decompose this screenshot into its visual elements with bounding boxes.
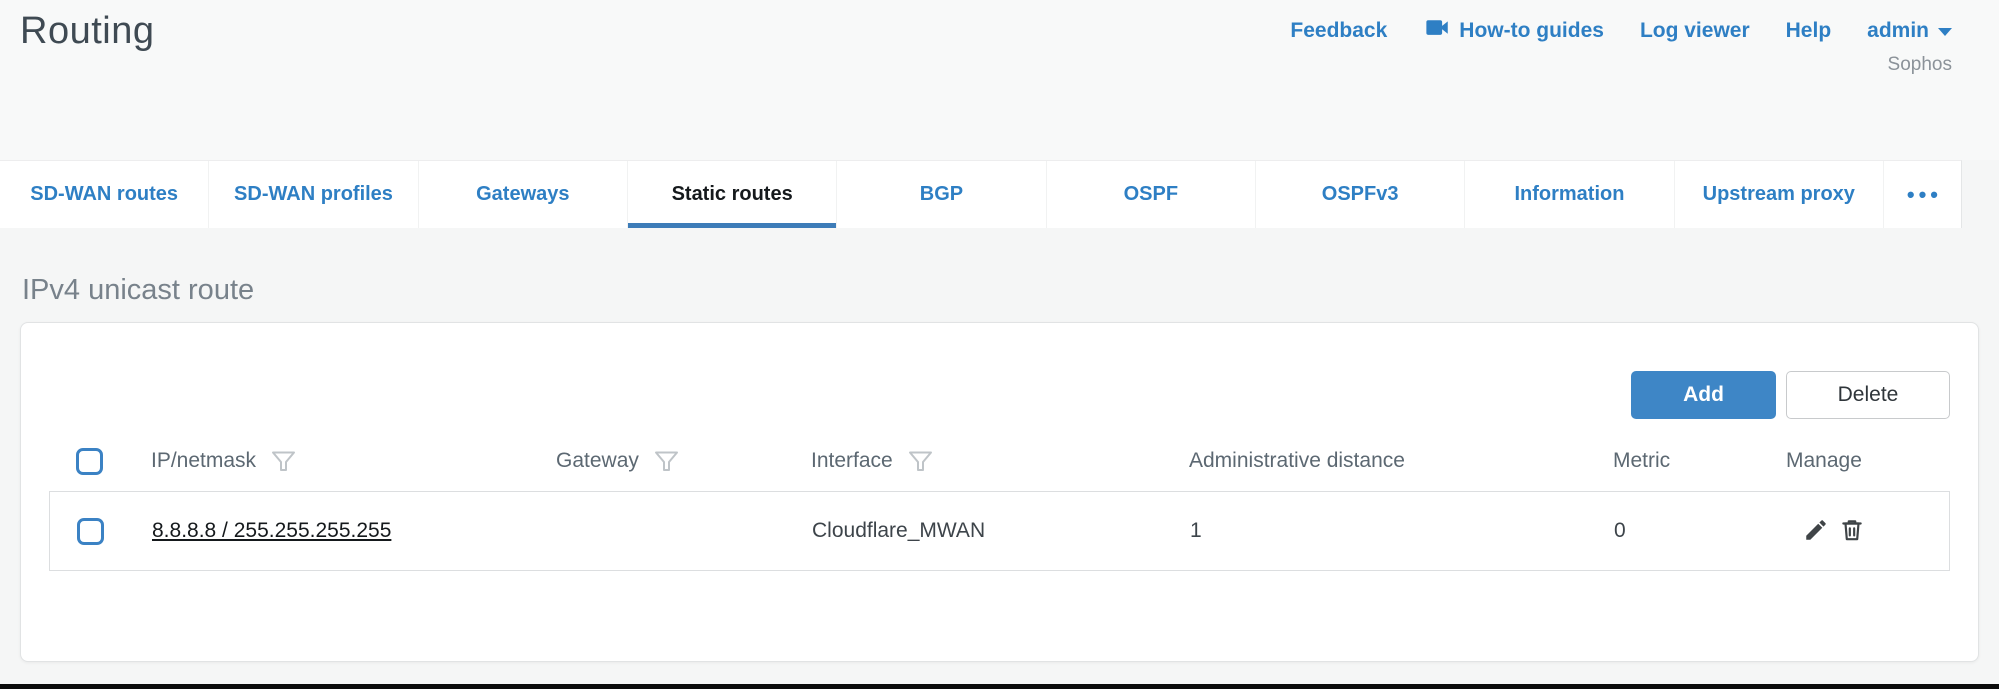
tab-overflow-menu[interactable]: ••• [1883,161,1961,228]
brand-label: Sophos [1290,54,1952,76]
tab-static-routes[interactable]: Static routes [627,161,836,228]
tab-ospfv3[interactable]: OSPFv3 [1255,161,1464,228]
feedback-label: Feedback [1290,19,1387,43]
route-metric: 0 [1614,519,1767,543]
section-title: IPv4 unicast route [22,274,1979,306]
how-to-guides-label: How-to guides [1459,19,1604,43]
column-ip-netmask: IP/netmask [151,449,256,473]
column-manage: Manage [1786,449,1862,473]
column-gateway: Gateway [556,449,639,473]
table-row: 8.8.8.8 / 255.255.255.255 Cloudflare_MWA… [49,491,1950,571]
tab-ospf[interactable]: OSPF [1046,161,1255,228]
routing-tabbar: SD-WAN routes SD-WAN profiles Gateways S… [0,160,1962,228]
screen-bottom-edge [0,684,1999,689]
how-to-guides-link[interactable]: How-to guides [1423,14,1604,47]
admin-menu[interactable]: admin [1867,19,1952,43]
help-link[interactable]: Help [1786,19,1832,43]
admin-label: admin [1867,19,1929,43]
page-title: Routing [20,10,154,53]
page-header: Routing Feedback How-to guides Log viewe… [0,0,1999,160]
tab-sdwan-routes[interactable]: SD-WAN routes [0,161,208,228]
table-header-row: IP/netmask Gateway Interface [49,431,1950,491]
column-administrative-distance: Administrative distance [1189,449,1405,473]
select-all-checkbox[interactable] [76,448,103,475]
edit-button[interactable] [1803,517,1829,546]
route-interface: Cloudflare_MWAN [812,519,1190,543]
route-administrative-distance: 1 [1190,519,1614,543]
delete-button[interactable]: Delete [1786,371,1950,419]
delete-row-button[interactable] [1839,517,1865,546]
filter-icon[interactable] [270,448,297,475]
feedback-link[interactable]: Feedback [1290,19,1387,43]
tab-information[interactable]: Information [1464,161,1673,228]
row-checkbox[interactable] [77,518,104,545]
tab-gateways[interactable]: Gateways [418,161,627,228]
filter-icon[interactable] [653,448,680,475]
tab-bgp[interactable]: BGP [836,161,1045,228]
tab-upstream-proxy[interactable]: Upstream proxy [1674,161,1883,228]
log-viewer-link[interactable]: Log viewer [1640,19,1750,43]
log-viewer-label: Log viewer [1640,19,1750,43]
table-toolbar: Add Delete [49,371,1950,419]
routes-card: Add Delete IP/netmask Gateway [20,322,1979,662]
help-label: Help [1786,19,1832,43]
pencil-icon [1803,517,1829,546]
main-content: IPv4 unicast route Add Delete IP/netmask… [20,274,1979,662]
add-button[interactable]: Add [1631,371,1776,419]
trash-icon [1839,517,1865,546]
column-metric: Metric [1613,449,1670,473]
top-nav: Feedback How-to guides Log viewer Help a… [1290,14,1952,76]
filter-icon[interactable] [907,448,934,475]
column-interface: Interface [811,449,893,473]
video-camera-icon [1423,14,1450,47]
route-ip-netmask-link[interactable]: 8.8.8.8 / 255.255.255.255 [152,519,391,542]
tab-sdwan-profiles[interactable]: SD-WAN profiles [208,161,417,228]
chevron-down-icon [1938,28,1952,36]
